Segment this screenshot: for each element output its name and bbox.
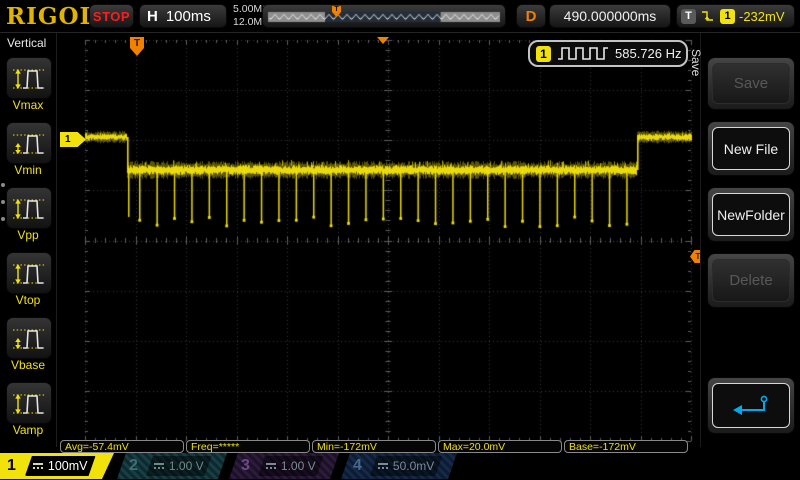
trigger-status[interactable]: T 1 -232mV (676, 4, 795, 28)
channel1-tab[interactable]: 1 100mV (0, 453, 114, 479)
horizontal-delay[interactable]: 490.000000ms (549, 4, 671, 28)
sidebar-button-vamp[interactable] (6, 382, 52, 424)
dc-coupling-icon (33, 463, 43, 469)
menu-slot-new-file[interactable]: New File (707, 121, 795, 176)
vmax-pulse-icon (13, 69, 45, 89)
channel2-scale: 1.00 V (168, 459, 204, 473)
dc-coupling-icon (154, 463, 164, 469)
menu-tab-save: Save (689, 49, 703, 77)
delay-label: D (525, 7, 537, 25)
measurement-max: Max=20.0mV (438, 440, 562, 453)
freq-counter-channel-badge: 1 (536, 45, 551, 62)
stop-label: STOP (92, 8, 131, 24)
menu-page-dots (1, 183, 5, 221)
vpp-pulse-icon (13, 199, 45, 219)
channel3-number: 3 (241, 457, 250, 474)
new-folder-button[interactable]: NewFolder (712, 193, 790, 236)
sidebar-label-vamp: Vamp (12, 423, 44, 437)
channel-status-bar: 1 100mV 2 1.00 V 3 1.00 V 4 50.0mV (0, 453, 800, 480)
vtop-pulse-icon (13, 264, 45, 284)
h-label: H (147, 7, 158, 25)
menu-slot-back[interactable] (707, 377, 795, 434)
channel3-tab[interactable]: 3 1.00 V (229, 453, 339, 479)
menu-slot-delete[interactable]: Delete (707, 253, 795, 308)
memory-waveform-preview (266, 7, 502, 25)
channel4-scale: 50.0mV (392, 459, 435, 473)
menu-slot-save[interactable]: Save (707, 57, 795, 110)
vertical-measure-sidebar: Vertical Vmax Vmin Vpp Vtop Vbase Vamp (0, 33, 57, 447)
delay-value: 490.000000ms (563, 8, 657, 24)
dc-coupling-icon (378, 463, 388, 469)
sidebar-button-vmin[interactable] (6, 122, 52, 164)
trigger-label: T (681, 8, 696, 24)
sidebar-label-vtop: Vtop (15, 293, 41, 307)
channel1-scale-box: 100mV (25, 456, 96, 476)
channel4-scale-box: 50.0mV (370, 456, 442, 476)
channel2-tab[interactable]: 2 1.00 V (117, 453, 227, 479)
vbase-pulse-icon (13, 329, 45, 349)
trigger-source-badge: 1 (720, 8, 735, 24)
back-button[interactable] (712, 383, 790, 428)
channel4-tab[interactable]: 4 50.0mV (341, 453, 457, 479)
channel1-number: 1 (7, 457, 16, 474)
measurement-freq: Freq=***** (186, 440, 310, 453)
save-button[interactable]: Save (712, 63, 790, 104)
sidebar-label-vpp: Vpp (17, 228, 39, 242)
sidebar-button-vpp[interactable] (6, 187, 52, 229)
channel3-scale: 1.00 V (280, 459, 316, 473)
waveform-display (58, 33, 702, 447)
memory-preview-bar[interactable]: T (262, 4, 506, 28)
sidebar-label-vbase: Vbase (10, 358, 46, 372)
sidebar-label-vmax: Vmax (12, 98, 44, 112)
run-stop-status[interactable]: STOP (89, 4, 134, 28)
dc-coupling-icon (266, 463, 276, 469)
delay-badge: D (516, 4, 546, 28)
menu-slot-new-folder[interactable]: NewFolder (707, 187, 795, 242)
frequency-counter: 1 585.726 Hz (528, 40, 688, 67)
new-file-button[interactable]: New File (712, 127, 790, 170)
horizontal-timebase[interactable]: H 100ms (139, 4, 227, 28)
oscilloscope-screen: RIGOL STOP H 100ms 5.00MSa/s 12.0M pts T… (0, 0, 800, 480)
measurement-avg: Avg=-57.4mV (60, 440, 184, 453)
measurement-base: Base=-172mV (564, 440, 688, 453)
sidebar-button-vtop[interactable] (6, 252, 52, 294)
falling-edge-icon (702, 11, 713, 21)
channel3-scale-box: 1.00 V (258, 456, 324, 476)
return-arrow-icon (733, 395, 768, 415)
square-wave-icon (558, 47, 608, 60)
rigol-logo: RIGOL (6, 3, 97, 30)
channel2-scale-box: 1.00 V (146, 456, 212, 476)
sidebar-button-vmax[interactable] (6, 57, 52, 99)
delete-button[interactable]: Delete (712, 259, 790, 302)
sidebar-button-vbase[interactable] (6, 317, 52, 359)
timebase-value: 100ms (165, 7, 211, 25)
sidebar-title: Vertical (7, 36, 47, 50)
save-menu-panel: Save Save New File NewFolder Delete (689, 33, 800, 447)
vamp-pulse-icon (13, 394, 45, 414)
top-status-bar: RIGOL STOP H 100ms 5.00MSa/s 12.0M pts T… (0, 0, 800, 33)
vmin-pulse-icon (13, 134, 45, 154)
channel2-number: 2 (129, 457, 138, 474)
sidebar-label-vmin: Vmin (14, 163, 42, 177)
measurement-min: Min=-172mV (312, 440, 436, 453)
freq-counter-value: 585.726 Hz (615, 46, 682, 61)
channel4-number: 4 (353, 457, 362, 474)
screen-center-marker (377, 37, 389, 44)
trigger-level-value: -232mV (739, 8, 785, 24)
channel1-scale: 100mV (47, 459, 88, 473)
